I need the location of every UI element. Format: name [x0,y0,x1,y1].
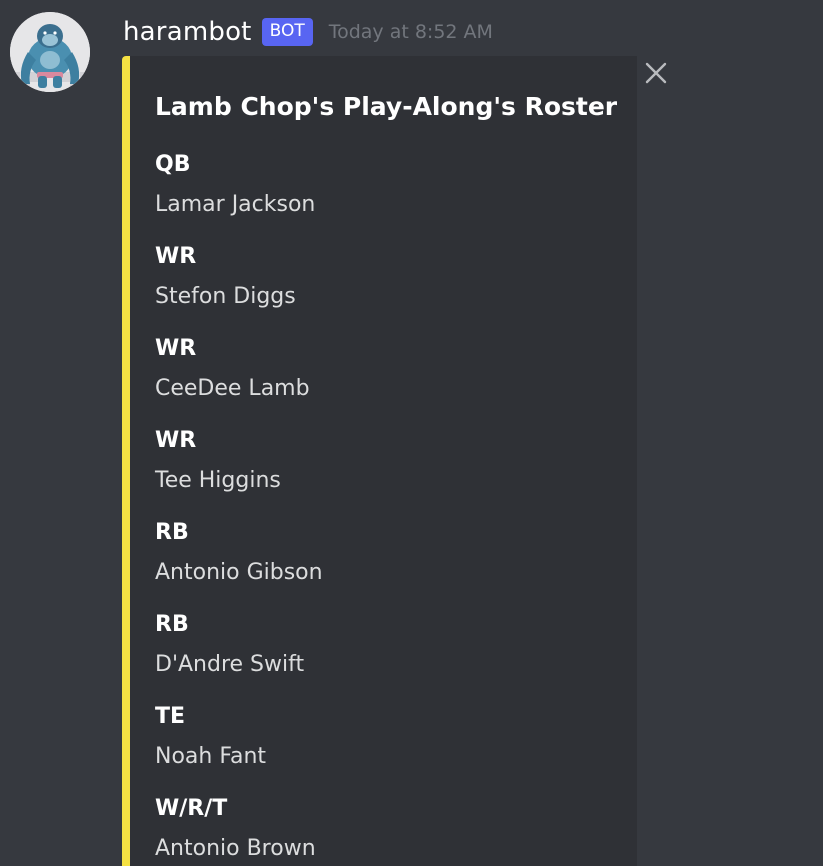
embed-field: WR CeeDee Lamb [155,334,323,426]
field-value: Tee Higgins [155,468,281,493]
field-value: Antonio Brown [155,836,316,861]
embed-title: Lamb Chop's Play-Along's Roster [155,92,618,121]
field-name: WR [155,244,197,269]
embed-field: RB D'Andre Swift [155,610,323,702]
timestamp: Today at 8:52 AM [328,21,493,43]
embed-field: RB Antonio Gibson [155,518,323,610]
field-value: Stefon Diggs [155,284,296,309]
field-name: TE [155,704,186,729]
field-name: QB [155,152,191,177]
field-value: Lamar Jackson [155,192,316,217]
embed-field: W/R/T Antonio Brown [155,794,323,866]
gorilla-avatar[interactable] [10,12,90,92]
bot-badge: BOT [261,18,313,46]
gorilla-icon [10,12,90,92]
embed-field: QB Lamar Jackson [155,150,323,242]
field-name: WR [155,428,197,453]
field-name: WR [155,336,197,361]
chat-message: harambot BOT Today at 8:52 AM Lamb Chop'… [0,0,823,866]
field-value: Antonio Gibson [155,560,323,585]
embed-fields: QB Lamar Jackson WR Stefon Diggs WR CeeD… [155,150,323,866]
field-name: RB [155,520,189,545]
embed-field: WR Stefon Diggs [155,242,323,334]
username[interactable]: harambot [123,17,252,47]
field-name: RB [155,612,189,637]
field-name: W/R/T [155,796,228,821]
field-value: Noah Fant [155,744,267,769]
roster-embed: Lamb Chop's Play-Along's Roster QB Lamar… [122,56,637,866]
close-icon[interactable] [640,57,672,89]
message-header: harambot BOT Today at 8:52 AM [123,14,493,50]
embed-field: TE Noah Fant [155,702,323,794]
field-value: D'Andre Swift [155,652,305,677]
field-value: CeeDee Lamb [155,376,310,401]
embed-field: WR Tee Higgins [155,426,323,518]
